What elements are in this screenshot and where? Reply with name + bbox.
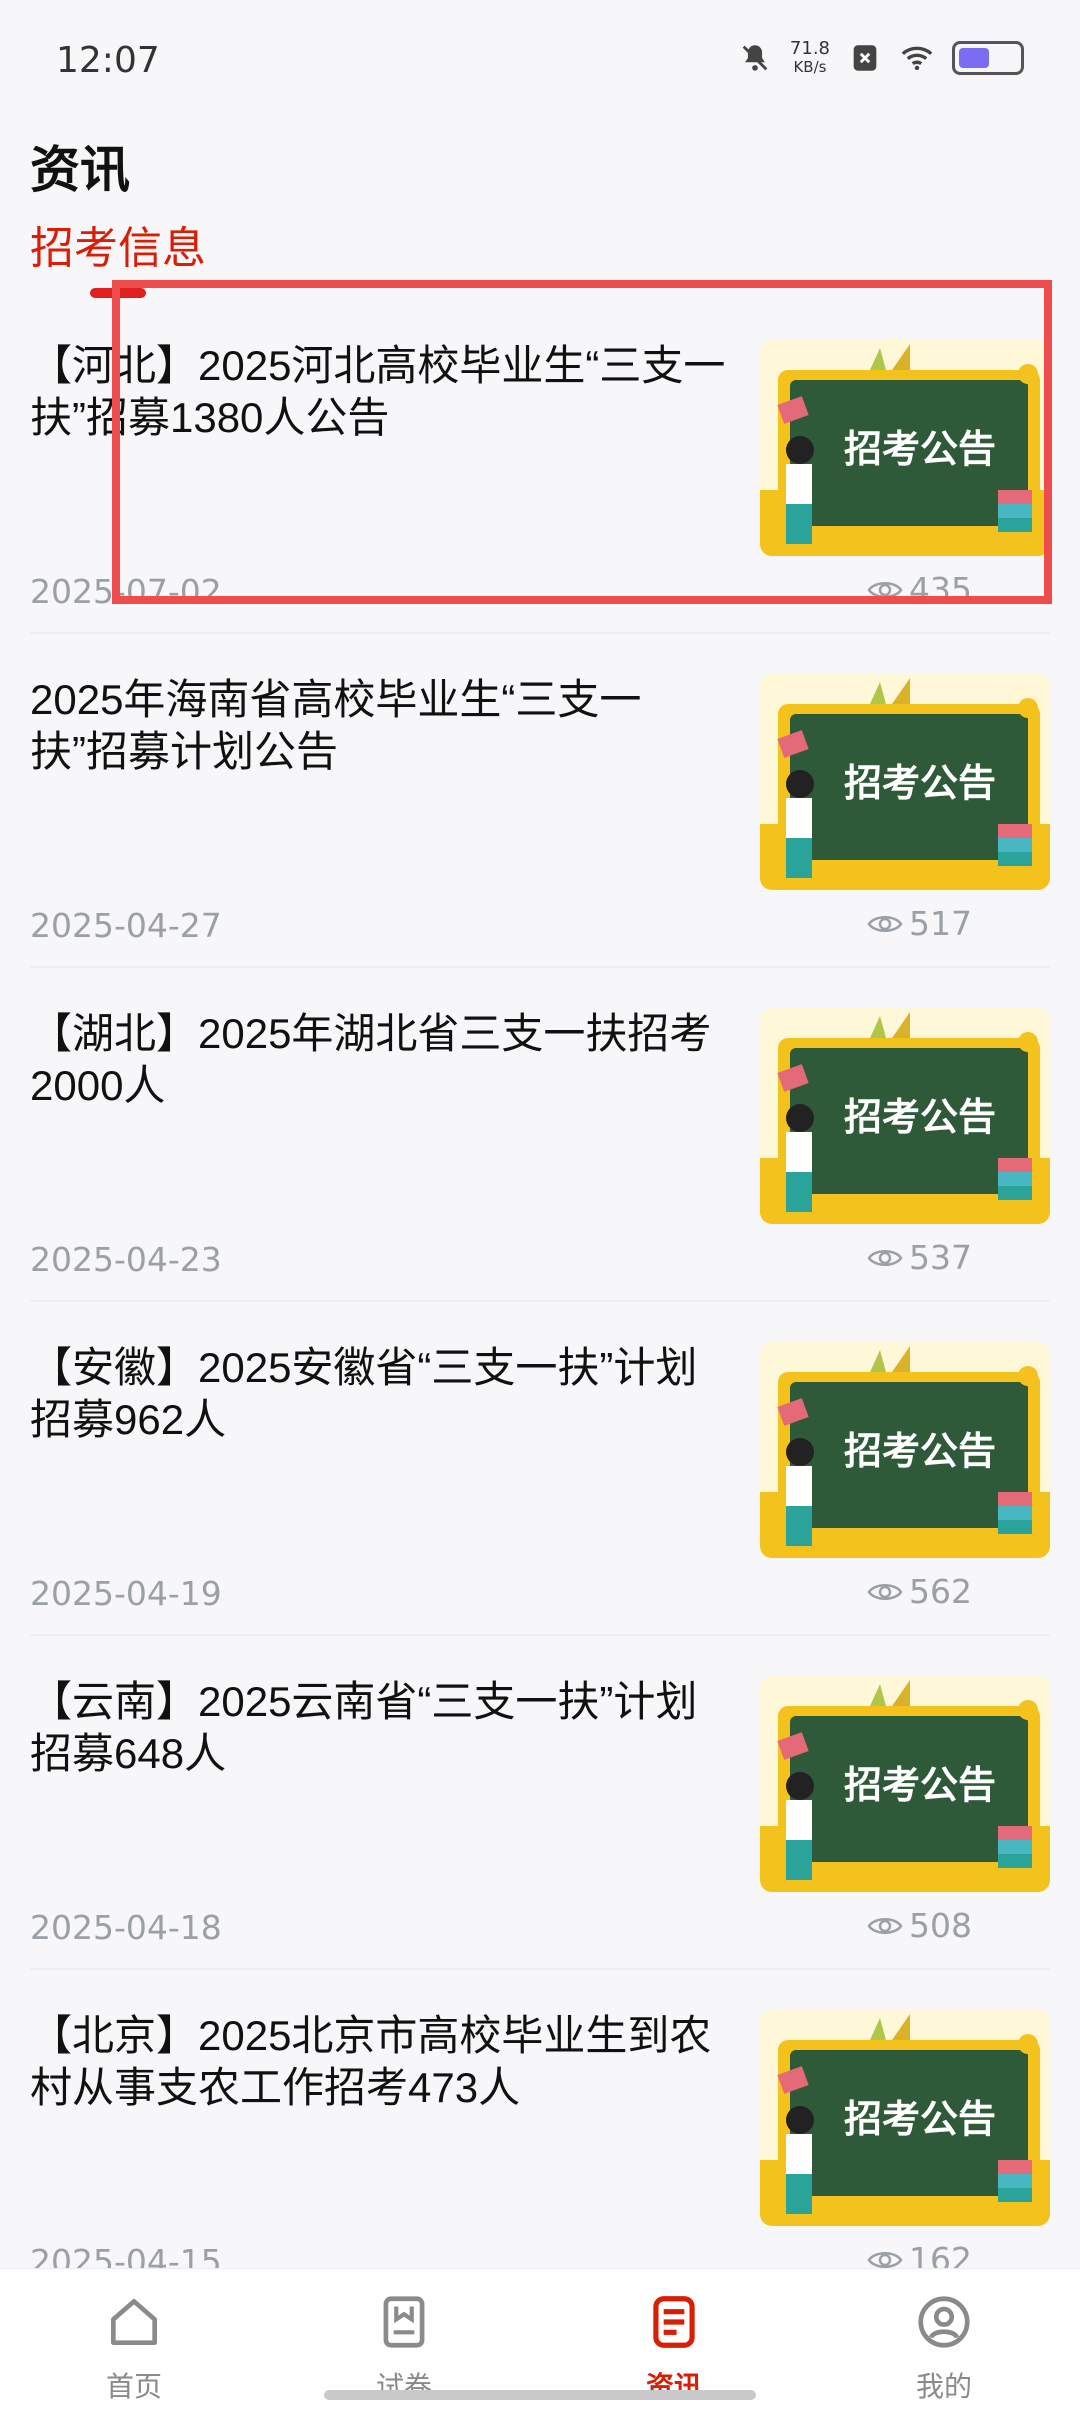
- page-title: 资讯: [30, 141, 130, 199]
- article-title: 【安徽】2025安徽省“三支一扶”计划招募962人: [30, 1344, 698, 1443]
- article-item[interactable]: 2025年海南省高校毕业生“三支一扶”招募计划公告 2025-04-27 517…: [0, 634, 1080, 968]
- nav-papers[interactable]: 试卷: [324, 2291, 484, 2405]
- article-thumbnail: 招考公告: [760, 1676, 1050, 1892]
- network-speed-unit: KB/s: [793, 58, 827, 76]
- mute-bell-icon: [742, 45, 768, 71]
- home-icon: [111, 2299, 157, 2345]
- nav-home-label: 首页: [105, 2370, 162, 2403]
- thumb-text: 招考公告: [844, 1095, 996, 1139]
- article-title: 【北京】2025北京市高校毕业生到农村从事支农工作招考473人: [30, 2012, 712, 2111]
- profile-icon: [918, 2296, 970, 2348]
- article-views: 562: [867, 1572, 972, 1611]
- eye-icon: [867, 1249, 903, 1266]
- eye-icon: [867, 1583, 903, 1600]
- article-views: 517: [867, 904, 972, 943]
- article-thumbnail: 招考公告: [760, 1342, 1050, 1558]
- article-title: 2025年海南省高校毕业生“三支一扶”招募计划公告: [30, 676, 642, 775]
- article-item[interactable]: 【湖北】2025年湖北省三支一扶招考2000人 2025-04-23 537 招…: [0, 968, 1080, 1302]
- thumb-text: 招考公告: [844, 761, 996, 805]
- eye-icon: [867, 915, 903, 932]
- nav-news[interactable]: 资讯: [594, 2291, 754, 2405]
- status-time: 12:07: [56, 40, 160, 81]
- thumb-text: 招考公告: [844, 2097, 996, 2141]
- wifi-icon: [901, 46, 933, 71]
- thumb-text: 招考公告: [844, 1429, 996, 1473]
- home-indicator[interactable]: [324, 2390, 756, 2400]
- article-thumbnail: 招考公告: [760, 1008, 1050, 1224]
- highlight-box: [112, 280, 1052, 604]
- no-sim-icon: [853, 45, 877, 71]
- paper-icon: [383, 2296, 425, 2348]
- article-date: 2025-04-23: [30, 1240, 222, 1279]
- battery-icon: [952, 41, 1024, 75]
- nav-me[interactable]: 我的: [864, 2291, 1024, 2405]
- eye-icon: [867, 1917, 903, 1934]
- article-thumbnail: 招考公告: [760, 674, 1050, 890]
- article-item[interactable]: 【云南】2025云南省“三支一扶”计划招募648人 2025-04-18 508…: [0, 1636, 1080, 1970]
- article-title: 【云南】2025云南省“三支一扶”计划招募648人: [30, 1678, 698, 1777]
- nav-home[interactable]: 首页: [54, 2291, 214, 2405]
- news-icon: [653, 2296, 695, 2348]
- tab-recruitment-info[interactable]: 招考信息: [30, 212, 206, 276]
- article-date: 2025-04-18: [30, 1908, 222, 1947]
- status-icons: 71.8 KB/s: [738, 40, 1024, 76]
- views-count: 508: [909, 1906, 972, 1945]
- bottom-nav: 首页 试卷 资讯 我的: [0, 2268, 1080, 2409]
- article-item[interactable]: 【北京】2025北京市高校毕业生到农村从事支农工作招考473人 2025-04-…: [0, 1970, 1080, 2304]
- article-item[interactable]: 【安徽】2025安徽省“三支一扶”计划招募962人 2025-04-19 562…: [0, 1302, 1080, 1636]
- nav-me-label: 我的: [915, 2370, 972, 2403]
- views-count: 517: [909, 904, 972, 943]
- article-views: 508: [867, 1906, 972, 1945]
- article-date: 2025-04-19: [30, 1574, 222, 1613]
- thumb-text: 招考公告: [844, 1763, 996, 1807]
- article-views: 537: [867, 1238, 972, 1277]
- article-title: 【湖北】2025年湖北省三支一扶招考2000人: [30, 1010, 712, 1109]
- views-count: 537: [909, 1238, 972, 1277]
- network-speed: 71.8 KB/s: [789, 38, 830, 77]
- article-date: 2025-04-27: [30, 906, 222, 945]
- network-speed-value: 71.8: [789, 38, 830, 59]
- views-count: 562: [909, 1572, 972, 1611]
- article-thumbnail: 招考公告: [760, 2010, 1050, 2226]
- status-bar: 12:07 71.8 KB/s: [0, 0, 1080, 120]
